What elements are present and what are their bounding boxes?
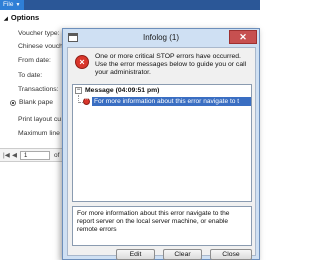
collapse-triangle-icon: ◢	[4, 16, 8, 22]
tree-root-message[interactable]: − Message (04:09:51 pm)	[75, 87, 159, 94]
report-pager: |◀ ◀ 1 of	[0, 148, 64, 162]
page-number-input[interactable]: 1	[20, 151, 50, 160]
voucher-type-label: Voucher type:	[18, 30, 60, 37]
tree-error-item[interactable]: For more information about this error na…	[83, 97, 251, 106]
blank-paper-label: Blank pape	[19, 99, 54, 106]
edit-button[interactable]: Edit	[116, 249, 155, 260]
clear-button[interactable]: Clear	[163, 249, 202, 260]
close-window-button[interactable]: ✕	[229, 30, 257, 44]
chevron-down-icon: ▼	[15, 2, 21, 8]
close-button[interactable]: Close	[210, 249, 252, 260]
page-of-label: of	[54, 152, 60, 159]
blank-paper-radio[interactable]: Blank pape	[10, 99, 53, 106]
to-date-label: To date:	[18, 72, 43, 79]
error-detail-text: For more information about this error na…	[72, 206, 252, 246]
dialog-body: × One or more critical STOP errors have …	[67, 47, 256, 256]
previous-page-icon[interactable]: ◀	[12, 151, 17, 159]
infolog-dialog: Infolog (1) ✕ × One or more critical STO…	[62, 28, 260, 260]
tree-root-label: Message (04:09:51 pm)	[85, 87, 160, 94]
maximum-lines-label: Maximum line	[18, 130, 60, 137]
stop-error-icon: ×	[75, 55, 89, 69]
radio-selected-icon	[10, 99, 16, 106]
dialog-title-bar[interactable]: Infolog (1) ✕	[63, 29, 259, 47]
options-heading: Options	[10, 13, 40, 22]
error-summary-text: One or more critical STOP errors have oc…	[95, 53, 247, 77]
first-page-icon[interactable]: |◀	[3, 151, 10, 159]
file-menu-label: File	[3, 1, 14, 8]
error-icon	[83, 97, 90, 105]
message-tree[interactable]: − Message (04:09:51 pm) For more informa…	[72, 84, 252, 202]
file-menu-button[interactable]: File ▼	[0, 0, 24, 10]
options-section-header[interactable]: ◢ Options	[4, 13, 39, 22]
tree-error-label: For more information about this error na…	[92, 97, 251, 106]
transactions-label: Transactions:	[18, 86, 59, 93]
chinese-voucher-label: Chinese vouch	[18, 43, 63, 50]
from-date-label: From date:	[18, 57, 51, 64]
collapse-minus-icon[interactable]: −	[75, 87, 82, 94]
print-layout-label: Print layout cu	[18, 116, 62, 123]
ribbon-bar: File ▼	[0, 0, 260, 10]
